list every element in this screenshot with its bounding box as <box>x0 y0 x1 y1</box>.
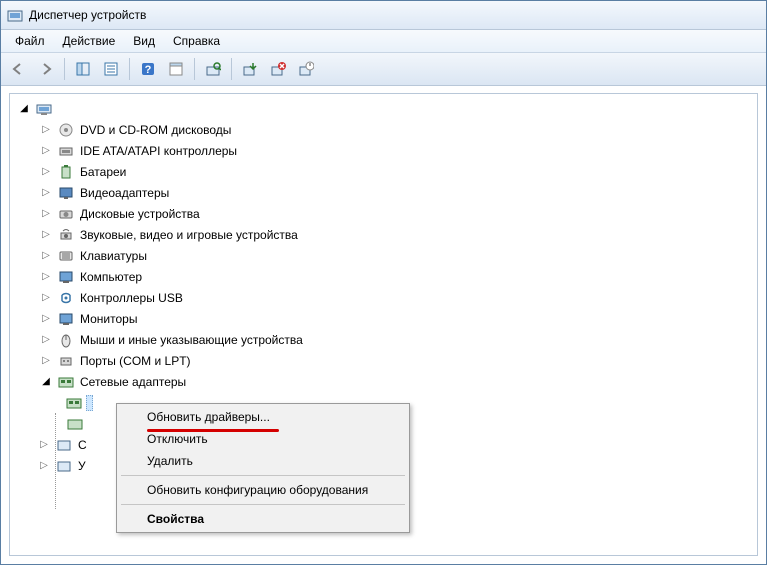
menu-view[interactable]: Вид <box>125 32 163 50</box>
category-icon <box>58 269 74 285</box>
tree-item-label: Сетевые адаптеры <box>78 374 188 390</box>
menu-separator <box>121 504 405 505</box>
tree-item-label: Видеоадаптеры <box>78 185 171 201</box>
category-icon <box>58 227 74 243</box>
tree-item[interactable]: ▷ Видеоадаптеры <box>10 182 757 203</box>
menu-action[interactable]: Действие <box>55 32 124 50</box>
collapse-arrow-icon[interactable]: ▷ <box>40 355 52 367</box>
menu-item-scan-hardware[interactable]: Обновить конфигурацию оборудования <box>119 479 407 501</box>
titlebar: Диспетчер устройств <box>1 1 766 30</box>
menu-separator <box>121 475 405 476</box>
menubar: Файл Действие Вид Справка <box>1 30 766 53</box>
scan-hardware-button[interactable] <box>200 56 226 82</box>
menu-item-properties[interactable]: Свойства <box>119 508 407 530</box>
tree-item[interactable]: ▷ Дисковые устройства <box>10 203 757 224</box>
expand-arrow-icon[interactable]: ◢ <box>18 103 30 115</box>
tree-item[interactable]: ▷ Клавиатуры <box>10 245 757 266</box>
tree-item-label: Компьютер <box>78 269 144 285</box>
tree-item[interactable]: ▷ Контроллеры USB <box>10 287 757 308</box>
tree-item[interactable]: ▷ Мыши и иные указывающие устройства <box>10 329 757 350</box>
tree-item[interactable]: ◢ Сетевые адаптеры <box>10 371 757 392</box>
network-card-icon <box>67 416 83 432</box>
tree-item-label: Мыши и иные указывающие устройства <box>78 332 305 348</box>
collapse-arrow-icon[interactable]: ▷ <box>40 229 52 241</box>
category-icon <box>58 185 74 201</box>
tree-item[interactable]: ▷ Звуковые, видео и игровые устройства <box>10 224 757 245</box>
uninstall-button[interactable] <box>265 56 291 82</box>
category-icon <box>58 332 74 348</box>
collapse-arrow-icon[interactable]: ▷ <box>40 313 52 325</box>
menu-file[interactable]: Файл <box>7 32 53 50</box>
context-menu: Обновить драйверы... Отключить Удалить О… <box>116 403 410 533</box>
tree-item-label: Контроллеры USB <box>78 290 185 306</box>
device-icon <box>56 437 72 453</box>
tree-item-label: Дисковые устройства <box>78 206 202 222</box>
toolbar-separator <box>231 58 232 80</box>
toolbar-separator <box>64 58 65 80</box>
adapter-label <box>86 395 93 411</box>
tree-item-label: Батареи <box>78 164 128 180</box>
category-icon <box>58 353 74 369</box>
tree-item-label: DVD и CD-ROM дисководы <box>78 122 233 138</box>
menu-item-uninstall[interactable]: Удалить <box>119 450 407 472</box>
tree-item[interactable]: ▷ Мониторы <box>10 308 757 329</box>
collapse-arrow-icon[interactable]: ▷ <box>40 271 52 283</box>
window-title: Диспетчер устройств <box>29 8 146 22</box>
tree-item-label: С <box>76 437 89 453</box>
toolbar-separator <box>194 58 195 80</box>
collapse-arrow-icon[interactable]: ▷ <box>40 208 52 220</box>
tree-item-label: IDE ATA/ATAPI контроллеры <box>78 143 239 159</box>
tree-item[interactable]: ▷ IDE ATA/ATAPI контроллеры <box>10 140 757 161</box>
tree-item-label: Звуковые, видео и игровые устройства <box>78 227 300 243</box>
update-driver-button[interactable] <box>237 56 263 82</box>
collapse-arrow-icon[interactable]: ▷ <box>38 439 50 451</box>
back-button[interactable] <box>5 56 31 82</box>
properties-sheet-button[interactable] <box>163 56 189 82</box>
tree-item-label: Мониторы <box>78 311 139 327</box>
device-manager-window: Диспетчер устройств Файл Действие Вид Сп… <box>0 0 767 565</box>
collapse-arrow-icon[interactable]: ▷ <box>38 460 50 472</box>
network-card-icon <box>66 395 82 411</box>
category-icon <box>58 143 74 159</box>
category-icon <box>58 206 74 222</box>
tree-item-label: Клавиатуры <box>78 248 149 264</box>
tree-item[interactable]: ▷ Компьютер <box>10 266 757 287</box>
properties-button[interactable] <box>98 56 124 82</box>
collapse-arrow-icon[interactable]: ▷ <box>40 124 52 136</box>
category-icon <box>58 311 74 327</box>
toolbar-separator <box>129 58 130 80</box>
highlight-underline <box>147 429 279 432</box>
menu-help[interactable]: Справка <box>165 32 228 50</box>
tree-item-label: Порты (COM и LPT) <box>78 353 193 369</box>
tree-item[interactable]: ▷ DVD и CD-ROM дисководы <box>10 119 757 140</box>
menu-item-update-driver[interactable]: Обновить драйверы... <box>119 406 407 428</box>
show-hide-tree-button[interactable] <box>70 56 96 82</box>
forward-button[interactable] <box>33 56 59 82</box>
tree-root[interactable]: ◢ <box>10 98 757 119</box>
device-icon <box>56 458 72 474</box>
tree-item-label: У <box>76 458 88 474</box>
category-icon <box>58 164 74 180</box>
collapse-arrow-icon[interactable]: ▷ <box>40 292 52 304</box>
app-icon <box>7 7 23 23</box>
category-icon <box>58 248 74 264</box>
tree-item[interactable]: ▷ Порты (COM и LPT) <box>10 350 757 371</box>
toolbar: ? <box>1 53 766 86</box>
collapse-arrow-icon[interactable]: ▷ <box>40 250 52 262</box>
category-icon <box>58 374 74 390</box>
disable-button[interactable] <box>293 56 319 82</box>
collapse-arrow-icon[interactable]: ▷ <box>40 145 52 157</box>
expand-arrow-icon[interactable]: ◢ <box>40 376 52 388</box>
root-label <box>56 101 107 117</box>
svg-text:?: ? <box>145 64 152 76</box>
help-button[interactable]: ? <box>135 56 161 82</box>
collapse-arrow-icon[interactable]: ▷ <box>40 187 52 199</box>
collapse-arrow-icon[interactable]: ▷ <box>40 166 52 178</box>
category-icon <box>58 122 74 138</box>
collapse-arrow-icon[interactable]: ▷ <box>40 334 52 346</box>
tree-item[interactable]: ▷ Батареи <box>10 161 757 182</box>
computer-icon <box>36 101 52 117</box>
category-icon <box>58 290 74 306</box>
